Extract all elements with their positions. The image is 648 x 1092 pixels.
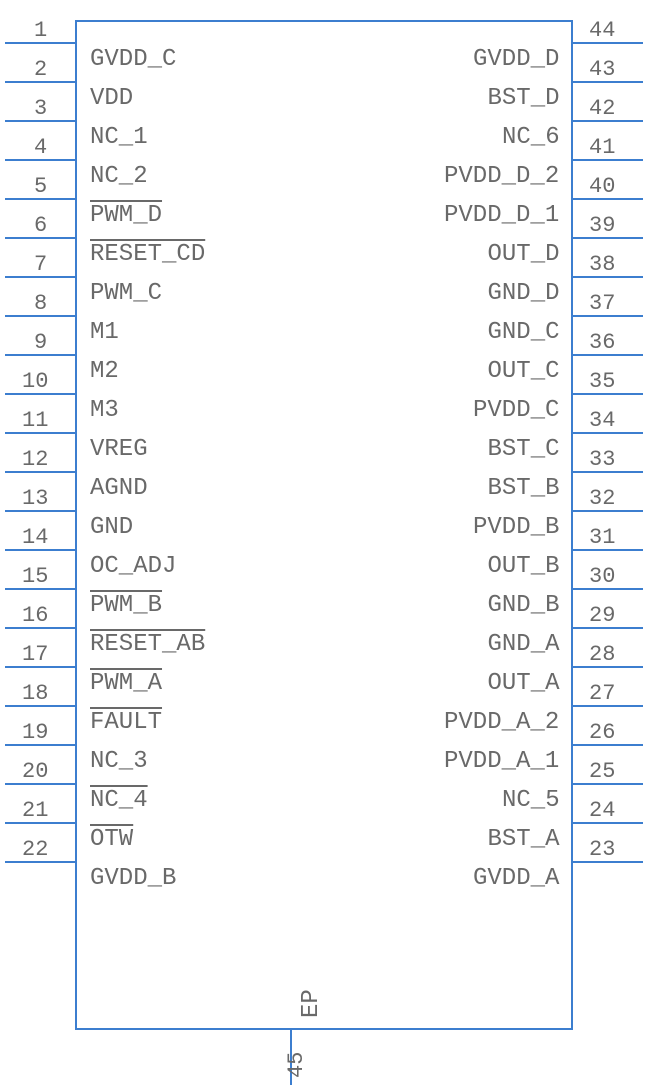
pin-number-right: 27 <box>589 681 615 706</box>
pin-number-left: 3 <box>34 96 47 121</box>
pin-number-right: 36 <box>589 330 615 355</box>
pin-label-right: GVDD_D <box>473 46 559 73</box>
pin-number-right: 38 <box>589 252 615 277</box>
pin-label-right: GND_A <box>488 631 560 658</box>
pin-label-right: PVDD_D_2 <box>444 163 559 190</box>
pin-number-right: 44 <box>589 18 615 43</box>
pin-label-bottom: EP <box>298 989 325 1018</box>
pin-number-left: 22 <box>22 837 48 862</box>
pin-number-left: 14 <box>22 525 48 550</box>
pin-label-left: VREG <box>90 436 148 463</box>
pin-label-right: BST_C <box>488 436 560 463</box>
pin-label-left: M3 <box>90 397 119 424</box>
pin-label-left: PWM_D <box>90 202 162 229</box>
pin-label-right: PVDD_B <box>473 514 559 541</box>
pin-number-right: 32 <box>589 486 615 511</box>
pin-number-left: 6 <box>34 213 47 238</box>
pin-label-right: PVDD_A_1 <box>444 748 559 775</box>
pin-number-right: 43 <box>589 57 615 82</box>
pin-number-left: 19 <box>22 720 48 745</box>
pin-label-left: NC_4 <box>90 787 148 814</box>
pin-label-right: OUT_C <box>488 358 560 385</box>
pin-number-left: 10 <box>22 369 48 394</box>
pin-number-right: 26 <box>589 720 615 745</box>
pin-number-left: 12 <box>22 447 48 472</box>
pin-label-left: AGND <box>90 475 148 502</box>
pin-number-left: 7 <box>34 252 47 277</box>
pin-number-left: 16 <box>22 603 48 628</box>
pin-label-right: NC_6 <box>502 124 560 151</box>
pin-number-right: 25 <box>589 759 615 784</box>
pin-label-right: BST_B <box>488 475 560 502</box>
pin-label-left: PWM_A <box>90 670 162 697</box>
pin-number-left: 13 <box>22 486 48 511</box>
pin-label-right: BST_A <box>488 826 560 853</box>
pin-number-right: 35 <box>589 369 615 394</box>
pin-number-left: 21 <box>22 798 48 823</box>
pin-label-right: PVDD_C <box>473 397 559 424</box>
pin-label-left: NC_2 <box>90 163 148 190</box>
pin-number-right: 33 <box>589 447 615 472</box>
pin-number-right: 23 <box>589 837 615 862</box>
pin-label-left: NC_1 <box>90 124 148 151</box>
pin-label-left: RESET_CD <box>90 241 205 268</box>
pin-label-right: NC_5 <box>502 787 560 814</box>
pin-label-left: PWM_B <box>90 592 162 619</box>
pin-label-left: OC_ADJ <box>90 553 176 580</box>
pin-label-right: PVDD_D_1 <box>444 202 559 229</box>
pin-number-right: 30 <box>589 564 615 589</box>
pin-number-left: 5 <box>34 174 47 199</box>
pin-label-left: GVDD_C <box>90 46 176 73</box>
pin-label-left: NC_3 <box>90 748 148 775</box>
pin-number-right: 40 <box>589 174 615 199</box>
pin-number-right: 31 <box>589 525 615 550</box>
pin-label-right: OUT_A <box>488 670 560 697</box>
pin-number-right: 28 <box>589 642 615 667</box>
pin-number-left: 18 <box>22 681 48 706</box>
pin-label-right: GVDD_A <box>473 865 559 892</box>
pin-label-right: OUT_D <box>488 241 560 268</box>
pin-number-left: 1 <box>34 18 47 43</box>
pin-number-right: 29 <box>589 603 615 628</box>
pin-label-right: GND_C <box>488 319 560 346</box>
pin-label-left: RESET_AB <box>90 631 205 658</box>
pin-number-right: 41 <box>589 135 615 160</box>
pin-label-right: GND_B <box>488 592 560 619</box>
pin-label-right: OUT_B <box>488 553 560 580</box>
pin-label-right: BST_D <box>488 85 560 112</box>
pin-number-left: 11 <box>22 408 48 433</box>
pin-number-left: 8 <box>34 291 47 316</box>
pin-label-left: FAULT <box>90 709 162 736</box>
pin-number-left: 15 <box>22 564 48 589</box>
pin-number-right: 24 <box>589 798 615 823</box>
pin-label-left: OTW <box>90 826 133 853</box>
pin-number-right: 37 <box>589 291 615 316</box>
pin-label-left: VDD <box>90 85 133 112</box>
pin-label-left: M2 <box>90 358 119 385</box>
pin-number-left: 9 <box>34 330 47 355</box>
pin-number-bottom: 45 <box>284 1052 309 1078</box>
pin-number-left: 17 <box>22 642 48 667</box>
pin-number-left: 4 <box>34 135 47 160</box>
pin-label-right: PVDD_A_2 <box>444 709 559 736</box>
pin-label-left: GVDD_B <box>90 865 176 892</box>
pin-number-right: 39 <box>589 213 615 238</box>
pin-number-left: 2 <box>34 57 47 82</box>
pin-number-right: 34 <box>589 408 615 433</box>
pin-label-left: PWM_C <box>90 280 162 307</box>
pin-label-right: GND_D <box>488 280 560 307</box>
pin-number-right: 42 <box>589 96 615 121</box>
pin-label-left: GND <box>90 514 133 541</box>
pin-label-left: M1 <box>90 319 119 346</box>
pin-number-left: 20 <box>22 759 48 784</box>
